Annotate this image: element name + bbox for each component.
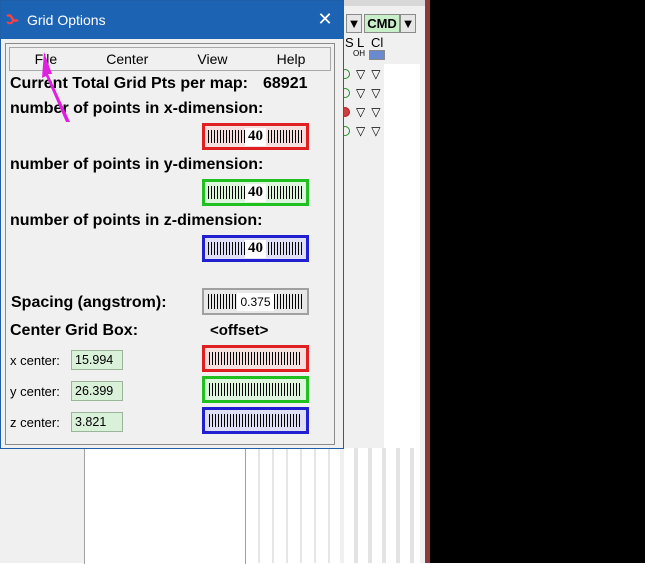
x-points-value: 40 [245, 127, 266, 146]
list-item[interactable]: ▽ ▽ [340, 83, 420, 102]
y-points-label: number of points in y-dimension: [10, 156, 264, 173]
background-row-list: ▽ ▽ ▽ ▽ ▽ ▽ ▽ ▽ [340, 64, 420, 140]
x-center-label: x center: [10, 353, 60, 368]
z-points-slider[interactable]: 40 [202, 235, 309, 262]
desktop-background [430, 0, 645, 563]
menu-help[interactable]: Help [277, 51, 306, 67]
list-item[interactable]: ▽ ▽ [340, 121, 420, 140]
triangle-icon: ▽ [356, 104, 366, 119]
y-center-slider[interactable] [202, 376, 309, 403]
total-grid-value: 68921 [263, 75, 308, 92]
background-striped-pane [344, 448, 420, 563]
x-center-slider[interactable] [202, 345, 309, 372]
triangle-icon: ▽ [371, 85, 381, 100]
background-list-panel[interactable] [84, 448, 246, 564]
background-dropdown-2[interactable]: ▼ [400, 14, 416, 33]
column-subheader-oh: OH [353, 49, 365, 58]
triangle-icon: ▽ [371, 123, 381, 138]
triangle-icon: ▽ [371, 66, 381, 81]
triangle-icon: ▽ [356, 123, 366, 138]
z-points-value: 40 [245, 239, 266, 258]
slider-ticks [209, 352, 302, 365]
x-center-field[interactable]: 15.994 [71, 350, 123, 370]
z-center-field[interactable]: 3.821 [71, 412, 123, 432]
x-points-slider[interactable]: 40 [202, 123, 309, 150]
menu-view[interactable]: View [197, 51, 227, 67]
spacing-value: 0.375 [237, 292, 274, 311]
slider-ticks [209, 414, 302, 427]
list-item[interactable]: ▽ ▽ [340, 102, 420, 121]
column-header-s: S [345, 35, 354, 50]
title-bar[interactable]: Grid Options ✕ [1, 1, 343, 39]
y-points-slider[interactable]: 40 [202, 179, 309, 206]
triangle-icon: ▽ [356, 85, 366, 100]
chevron-down-icon: ▼ [347, 16, 361, 31]
column-header-l: L [357, 35, 365, 50]
column-header-cl: Cl [371, 35, 384, 50]
slider-ticks [209, 383, 302, 396]
spacing-label: Spacing (angstrom): [11, 294, 167, 311]
triangle-icon: ▽ [371, 104, 381, 119]
menu-center[interactable]: Center [106, 51, 148, 67]
close-icon: ✕ [317, 8, 333, 29]
app-logo-icon [5, 13, 21, 27]
offset-label: <offset> [210, 322, 269, 339]
cmd-selector[interactable]: CMD [364, 14, 400, 33]
y-points-value: 40 [245, 183, 266, 202]
z-points-label: number of points in z-dimension: [10, 212, 263, 229]
z-center-slider[interactable] [202, 407, 309, 434]
background-striped-columns [246, 448, 340, 563]
close-button[interactable]: ✕ [315, 9, 335, 29]
spacing-slider[interactable]: 0.375 [202, 288, 309, 315]
mouse-cursor-icon [42, 52, 70, 122]
y-center-label: y center: [10, 384, 60, 399]
chevron-down-icon: ▼ [401, 16, 415, 31]
z-center-label: z center: [10, 415, 60, 430]
list-item[interactable]: ▽ ▽ [340, 64, 420, 83]
background-dropdown-1[interactable]: ▼ [346, 14, 362, 33]
triangle-icon: ▽ [356, 66, 366, 81]
flag-icon [369, 50, 385, 60]
cmd-label: CMD [367, 16, 397, 31]
dialog-title: Grid Options [27, 12, 106, 28]
center-grid-label: Center Grid Box: [10, 322, 139, 339]
y-center-field[interactable]: 26.399 [71, 381, 123, 401]
